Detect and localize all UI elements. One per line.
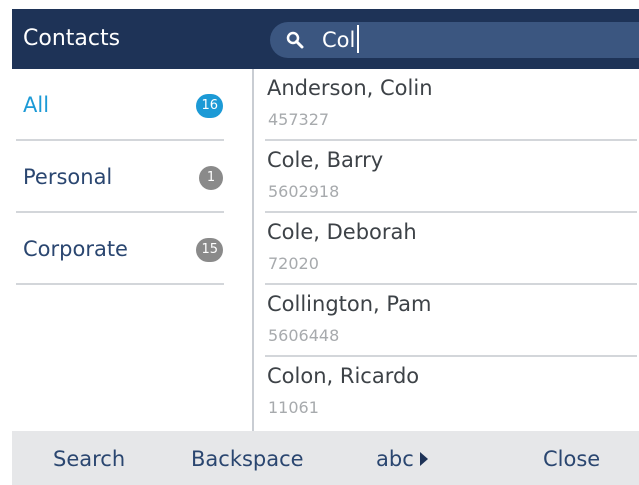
search-input[interactable]: Col [270,22,639,58]
contact-row[interactable]: Anderson, Colin 457327 [265,69,637,141]
category-all[interactable]: All 16 [16,69,224,141]
search-softkey[interactable]: Search [53,431,125,485]
contact-row[interactable]: Collington, Pam 5606448 [265,285,637,357]
category-personal[interactable]: Personal 1 [16,141,224,213]
contact-number: 5606448 [268,326,340,345]
close-softkey[interactable]: Close [543,431,600,485]
contact-row[interactable]: Colon, Ricardo 11061 [265,357,637,431]
contact-number: 72020 [268,254,319,273]
contact-row[interactable]: Cole, Deborah 72020 [265,213,637,285]
contact-number: 11061 [268,398,319,417]
text-cursor [357,25,360,53]
contact-number: 5602918 [268,182,340,201]
panel-divider [252,69,254,431]
category-label: All [23,93,50,117]
triangle-right-icon [419,451,428,466]
category-corporate[interactable]: Corporate 15 [16,213,224,285]
count-badge: 15 [196,238,223,262]
search-value: Col [322,22,360,58]
backspace-softkey[interactable]: Backspace [191,431,304,485]
contact-name: Colon, Ricardo [267,364,420,388]
abc-label: abc [376,447,414,471]
contact-name: Cole, Deborah [267,220,417,244]
contact-row[interactable]: Cole, Barry 5602918 [265,141,637,213]
count-badge: 1 [199,166,223,190]
count-badge: 16 [196,94,223,118]
header-bar: Contacts Col [12,9,639,69]
contact-name: Collington, Pam [267,292,432,316]
category-label: Personal [23,165,113,189]
softkey-bar: Search Backspace abc Close [12,431,639,485]
page-title: Contacts [23,26,121,51]
contact-number: 457327 [268,110,330,129]
contact-name: Anderson, Colin [267,76,433,100]
search-icon [286,31,304,49]
abc-softkey[interactable]: abc [376,431,428,485]
category-label: Corporate [23,237,128,261]
contact-name: Cole, Barry [267,148,384,172]
